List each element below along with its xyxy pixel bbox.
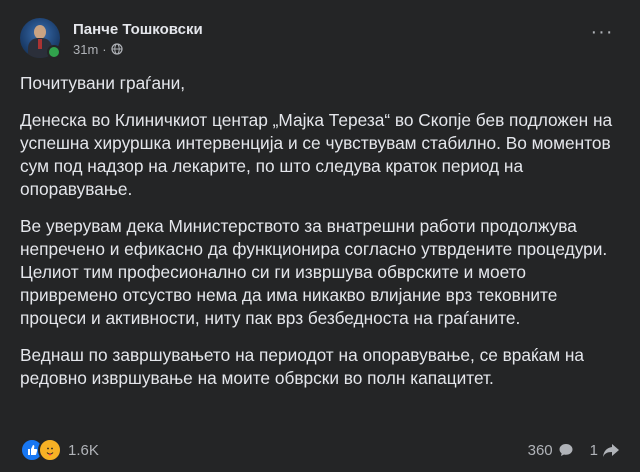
care-icon bbox=[38, 438, 62, 462]
post-paragraph-surgery: Денеска во Клиничкиот центар „Мајка Тере… bbox=[20, 110, 613, 199]
avatar-head bbox=[34, 25, 46, 39]
shares-count: 1 bbox=[589, 441, 598, 459]
author-name[interactable]: Панче Тошковски bbox=[73, 20, 203, 40]
post-subline: 31m · bbox=[73, 42, 203, 57]
post-meta: Панче Тошковски 31m · bbox=[73, 20, 203, 57]
comments-count: 360 bbox=[527, 441, 553, 459]
shares-summary[interactable]: 1 bbox=[590, 442, 620, 459]
avatar[interactable] bbox=[20, 18, 61, 59]
globe-icon[interactable] bbox=[111, 43, 123, 55]
online-status-dot bbox=[47, 45, 61, 59]
post-footer: 1.6K 360 1 bbox=[20, 438, 620, 462]
more-icon: ··· bbox=[590, 20, 614, 43]
post-time[interactable]: 31m bbox=[73, 42, 98, 57]
reactions-count[interactable]: 1.6K bbox=[68, 442, 99, 459]
share-icon bbox=[602, 442, 620, 458]
post-header: Панче Тошковски 31m · bbox=[20, 12, 203, 64]
comment-icon bbox=[558, 442, 574, 458]
more-options-button[interactable]: ··· bbox=[584, 20, 620, 44]
comments-summary[interactable]: 360 bbox=[528, 442, 574, 459]
post-paragraph-ministry: Ве уверувам дека Министерството за внатр… bbox=[20, 216, 608, 328]
post-content: Почитувани граѓани, Денеска во Клиничкио… bbox=[20, 72, 620, 404]
avatar-tie bbox=[38, 39, 42, 49]
separator: · bbox=[102, 41, 107, 57]
post-paragraph-greeting: Почитувани граѓани, bbox=[20, 73, 186, 93]
reactions-summary[interactable]: 1.6K bbox=[20, 438, 99, 462]
post-paragraph-return: Веднаш по завршувањето на периодот на оп… bbox=[20, 345, 585, 388]
